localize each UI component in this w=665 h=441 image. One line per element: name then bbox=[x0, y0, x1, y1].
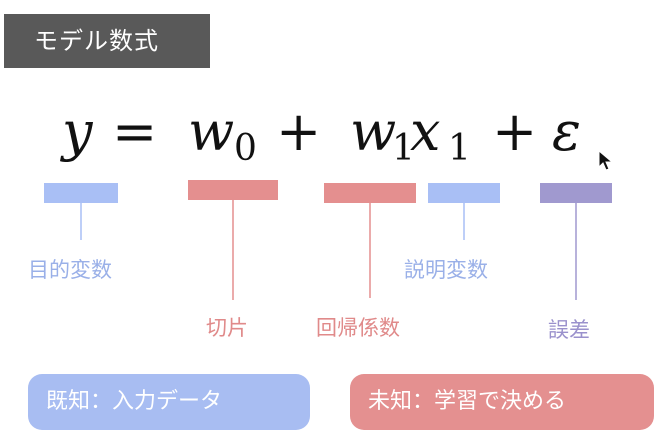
eq-w0-subscript: 0 bbox=[234, 128, 257, 169]
eq-x1-subscript: 1 bbox=[448, 128, 471, 169]
eq-epsilon: ε bbox=[552, 100, 581, 163]
coefficient-label: 回帰係数 bbox=[316, 316, 400, 340]
error-label: 誤差 bbox=[548, 318, 590, 342]
eq-plus-1: + bbox=[276, 100, 321, 163]
eq-w1-subscript: 1 bbox=[392, 128, 415, 169]
intercept-bar bbox=[188, 180, 278, 200]
intercept-label: 切片 bbox=[206, 316, 248, 340]
explanatory-label: 説明変数 bbox=[404, 258, 488, 282]
coefficient-bar bbox=[324, 183, 416, 203]
eq-w1: w bbox=[350, 100, 396, 163]
eq-w0: w bbox=[188, 100, 234, 163]
error-bar bbox=[540, 183, 612, 203]
eq-plus-2: + bbox=[492, 100, 537, 163]
explanatory-bar bbox=[428, 183, 500, 203]
target-bar bbox=[44, 183, 118, 203]
target-label: 目的変数 bbox=[28, 258, 112, 282]
mouse-pointer-icon bbox=[598, 150, 614, 171]
known-input-pill: 既知：入力データ bbox=[28, 374, 310, 430]
eq-equals: = bbox=[112, 100, 157, 163]
unknown-learned-pill: 未知：学習で決める bbox=[350, 374, 654, 430]
eq-y: y bbox=[60, 100, 94, 163]
